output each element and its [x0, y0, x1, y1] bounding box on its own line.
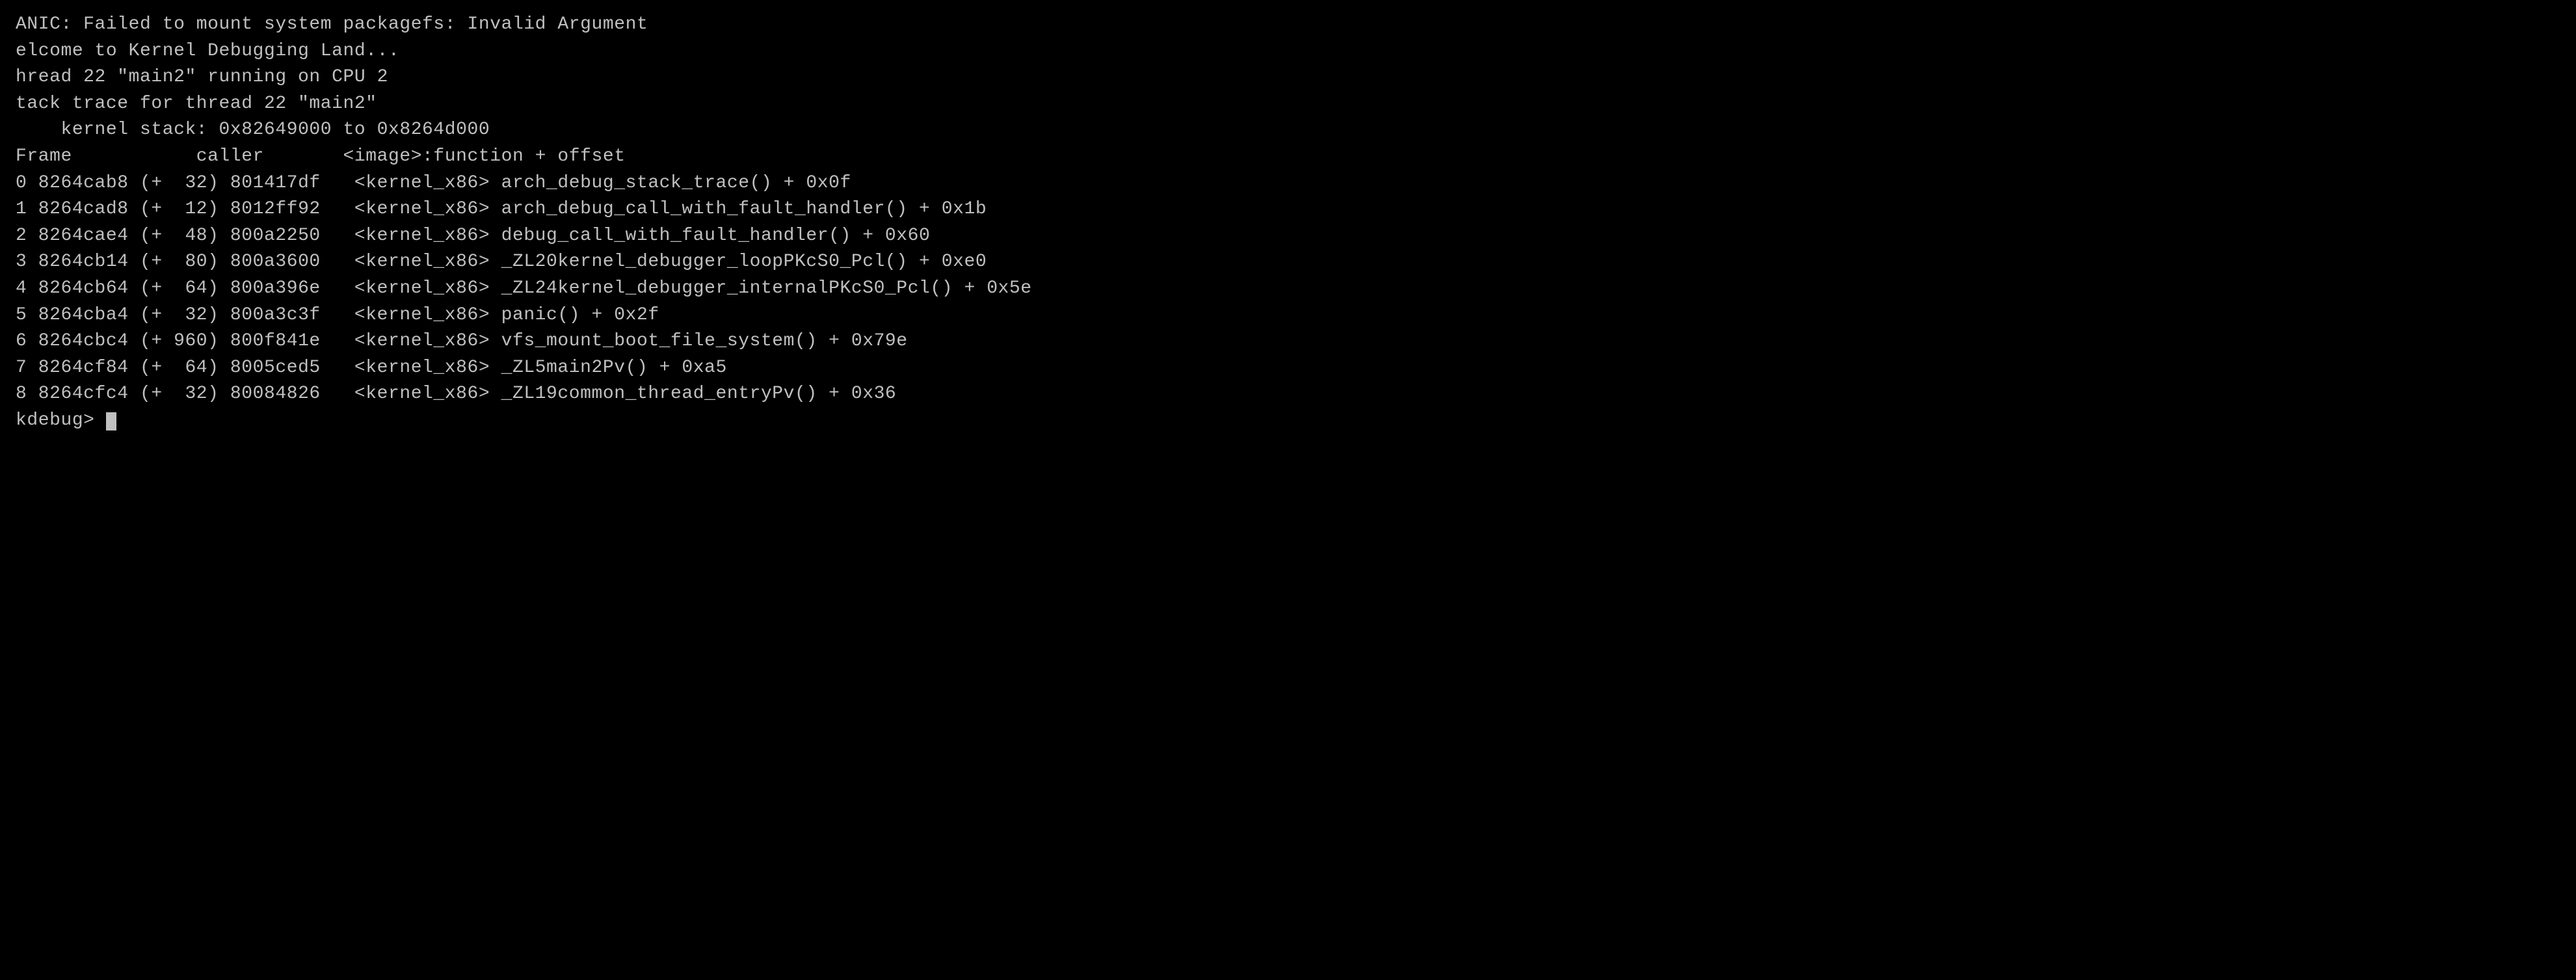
- terminal-line: 8 8264cfc4 (+ 32) 80084826 <kernel_x86> …: [16, 381, 2560, 408]
- terminal-line: 4 8264cb64 (+ 64) 800a396e <kernel_x86> …: [16, 276, 2560, 302]
- terminal-line: 5 8264cba4 (+ 32) 800a3c3f <kernel_x86> …: [16, 302, 2560, 329]
- terminal-line: 2 8264cae4 (+ 48) 800a2250 <kernel_x86> …: [16, 223, 2560, 250]
- terminal-line: 3 8264cb14 (+ 80) 800a3600 <kernel_x86> …: [16, 249, 2560, 276]
- terminal-line: 6 8264cbc4 (+ 960) 800f841e <kernel_x86>…: [16, 328, 2560, 355]
- terminal-screen: ANIC: Failed to mount system packagefs: …: [16, 12, 2560, 968]
- terminal-line: 7 8264cf84 (+ 64) 8005ced5 <kernel_x86> …: [16, 355, 2560, 382]
- terminal-line: kernel stack: 0x82649000 to 0x8264d000: [16, 117, 2560, 144]
- terminal-cursor: [106, 412, 116, 430]
- terminal-line: elcome to Kernel Debugging Land...: [16, 38, 2560, 65]
- terminal-line: tack trace for thread 22 "main2": [16, 91, 2560, 118]
- terminal-line: Frame caller <image>:function + offset: [16, 144, 2560, 170]
- terminal-line: 1 8264cad8 (+ 12) 8012ff92 <kernel_x86> …: [16, 196, 2560, 223]
- terminal-line: ANIC: Failed to mount system packagefs: …: [16, 12, 2560, 38]
- terminal-line: 0 8264cab8 (+ 32) 801417df <kernel_x86> …: [16, 170, 2560, 197]
- terminal-line: kdebug>: [16, 408, 2560, 434]
- terminal-line: hread 22 "main2" running on CPU 2: [16, 64, 2560, 91]
- terminal-output: ANIC: Failed to mount system packagefs: …: [16, 12, 2560, 434]
